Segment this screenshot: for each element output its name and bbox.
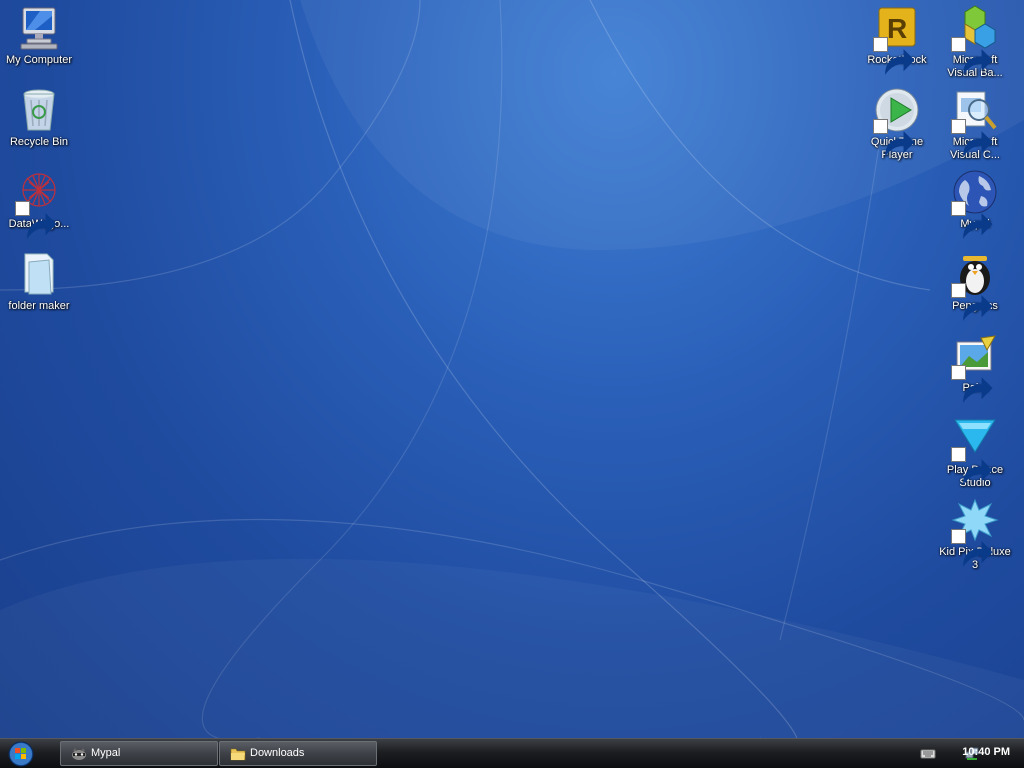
desktop-icon-folder-maker[interactable]: folder maker [1, 250, 77, 313]
taskbar-button-label: Downloads [250, 747, 305, 759]
desktop-icon-visual-basic[interactable]: Microsoft Visual Ba... [937, 4, 1013, 80]
windows-logo-icon [8, 741, 34, 767]
start-button[interactable] [6, 740, 36, 768]
shortcut-arrow-icon [951, 201, 993, 239]
desktop-icon-datawagon[interactable]: DataWago... [1, 168, 77, 239]
shortcut-arrow-icon [951, 365, 993, 403]
desktop-icon-rocketdock[interactable]: R RocketDock [859, 4, 935, 75]
desktop[interactable]: My Computer Recycle Bin folder maker R P… [0, 0, 1024, 738]
folder-icon [230, 748, 246, 761]
shortcut-arrow-icon [873, 119, 915, 157]
desktop-icon-recycle-bin[interactable]: Recycle Bin [1, 86, 77, 149]
desktop-icon-mypal[interactable]: Mypal [937, 168, 1013, 239]
desktop-icon-quicktime[interactable]: QuickTime Player [859, 86, 935, 162]
computer-icon [20, 7, 58, 50]
desktop-icon-label: My Computer [5, 54, 73, 66]
taskbar: Mypal Downloads 10:40 PM [0, 738, 1024, 768]
desktop-icon-play-dance-studio[interactable]: Play Dance Studio [937, 414, 1013, 490]
keyboard-icon[interactable] [920, 746, 936, 762]
shortcut-arrow-icon [15, 201, 57, 239]
shortcut-arrow-icon [951, 119, 993, 157]
taskbar-button-mypal[interactable]: Mypal [60, 741, 218, 766]
shortcut-arrow-icon [951, 529, 993, 567]
desktop-icon-penguins[interactable]: Penguins [937, 250, 1013, 321]
recycle-bin-icon [23, 89, 55, 131]
desktop-icon-paint[interactable]: Paint [937, 332, 1013, 403]
shortcut-arrow-icon [951, 37, 993, 75]
shortcut-arrow-icon [951, 283, 993, 321]
taskbar-button-downloads[interactable]: Downloads [219, 741, 377, 766]
desktop-icon-label: folder maker [8, 300, 70, 312]
clock[interactable]: 10:40 PM [962, 746, 1010, 758]
system-tray: 10:40 PM [890, 739, 1024, 768]
shortcut-arrow-icon [951, 447, 993, 485]
taskbar-button-label: Mypal [91, 747, 121, 759]
mypal-raccoon-icon [72, 748, 86, 760]
desktop-icon-kid-pix[interactable]: Kid Pix Deluxe 3 [937, 496, 1013, 572]
desktop-icon-visual-c[interactable]: Microsoft Visual C... [937, 86, 1013, 162]
desktop-icon-label: Recycle Bin [9, 136, 69, 148]
folder-icon [24, 253, 54, 295]
desktop-icon-my-computer[interactable]: My Computer [1, 4, 77, 67]
shortcut-arrow-icon [873, 37, 915, 75]
